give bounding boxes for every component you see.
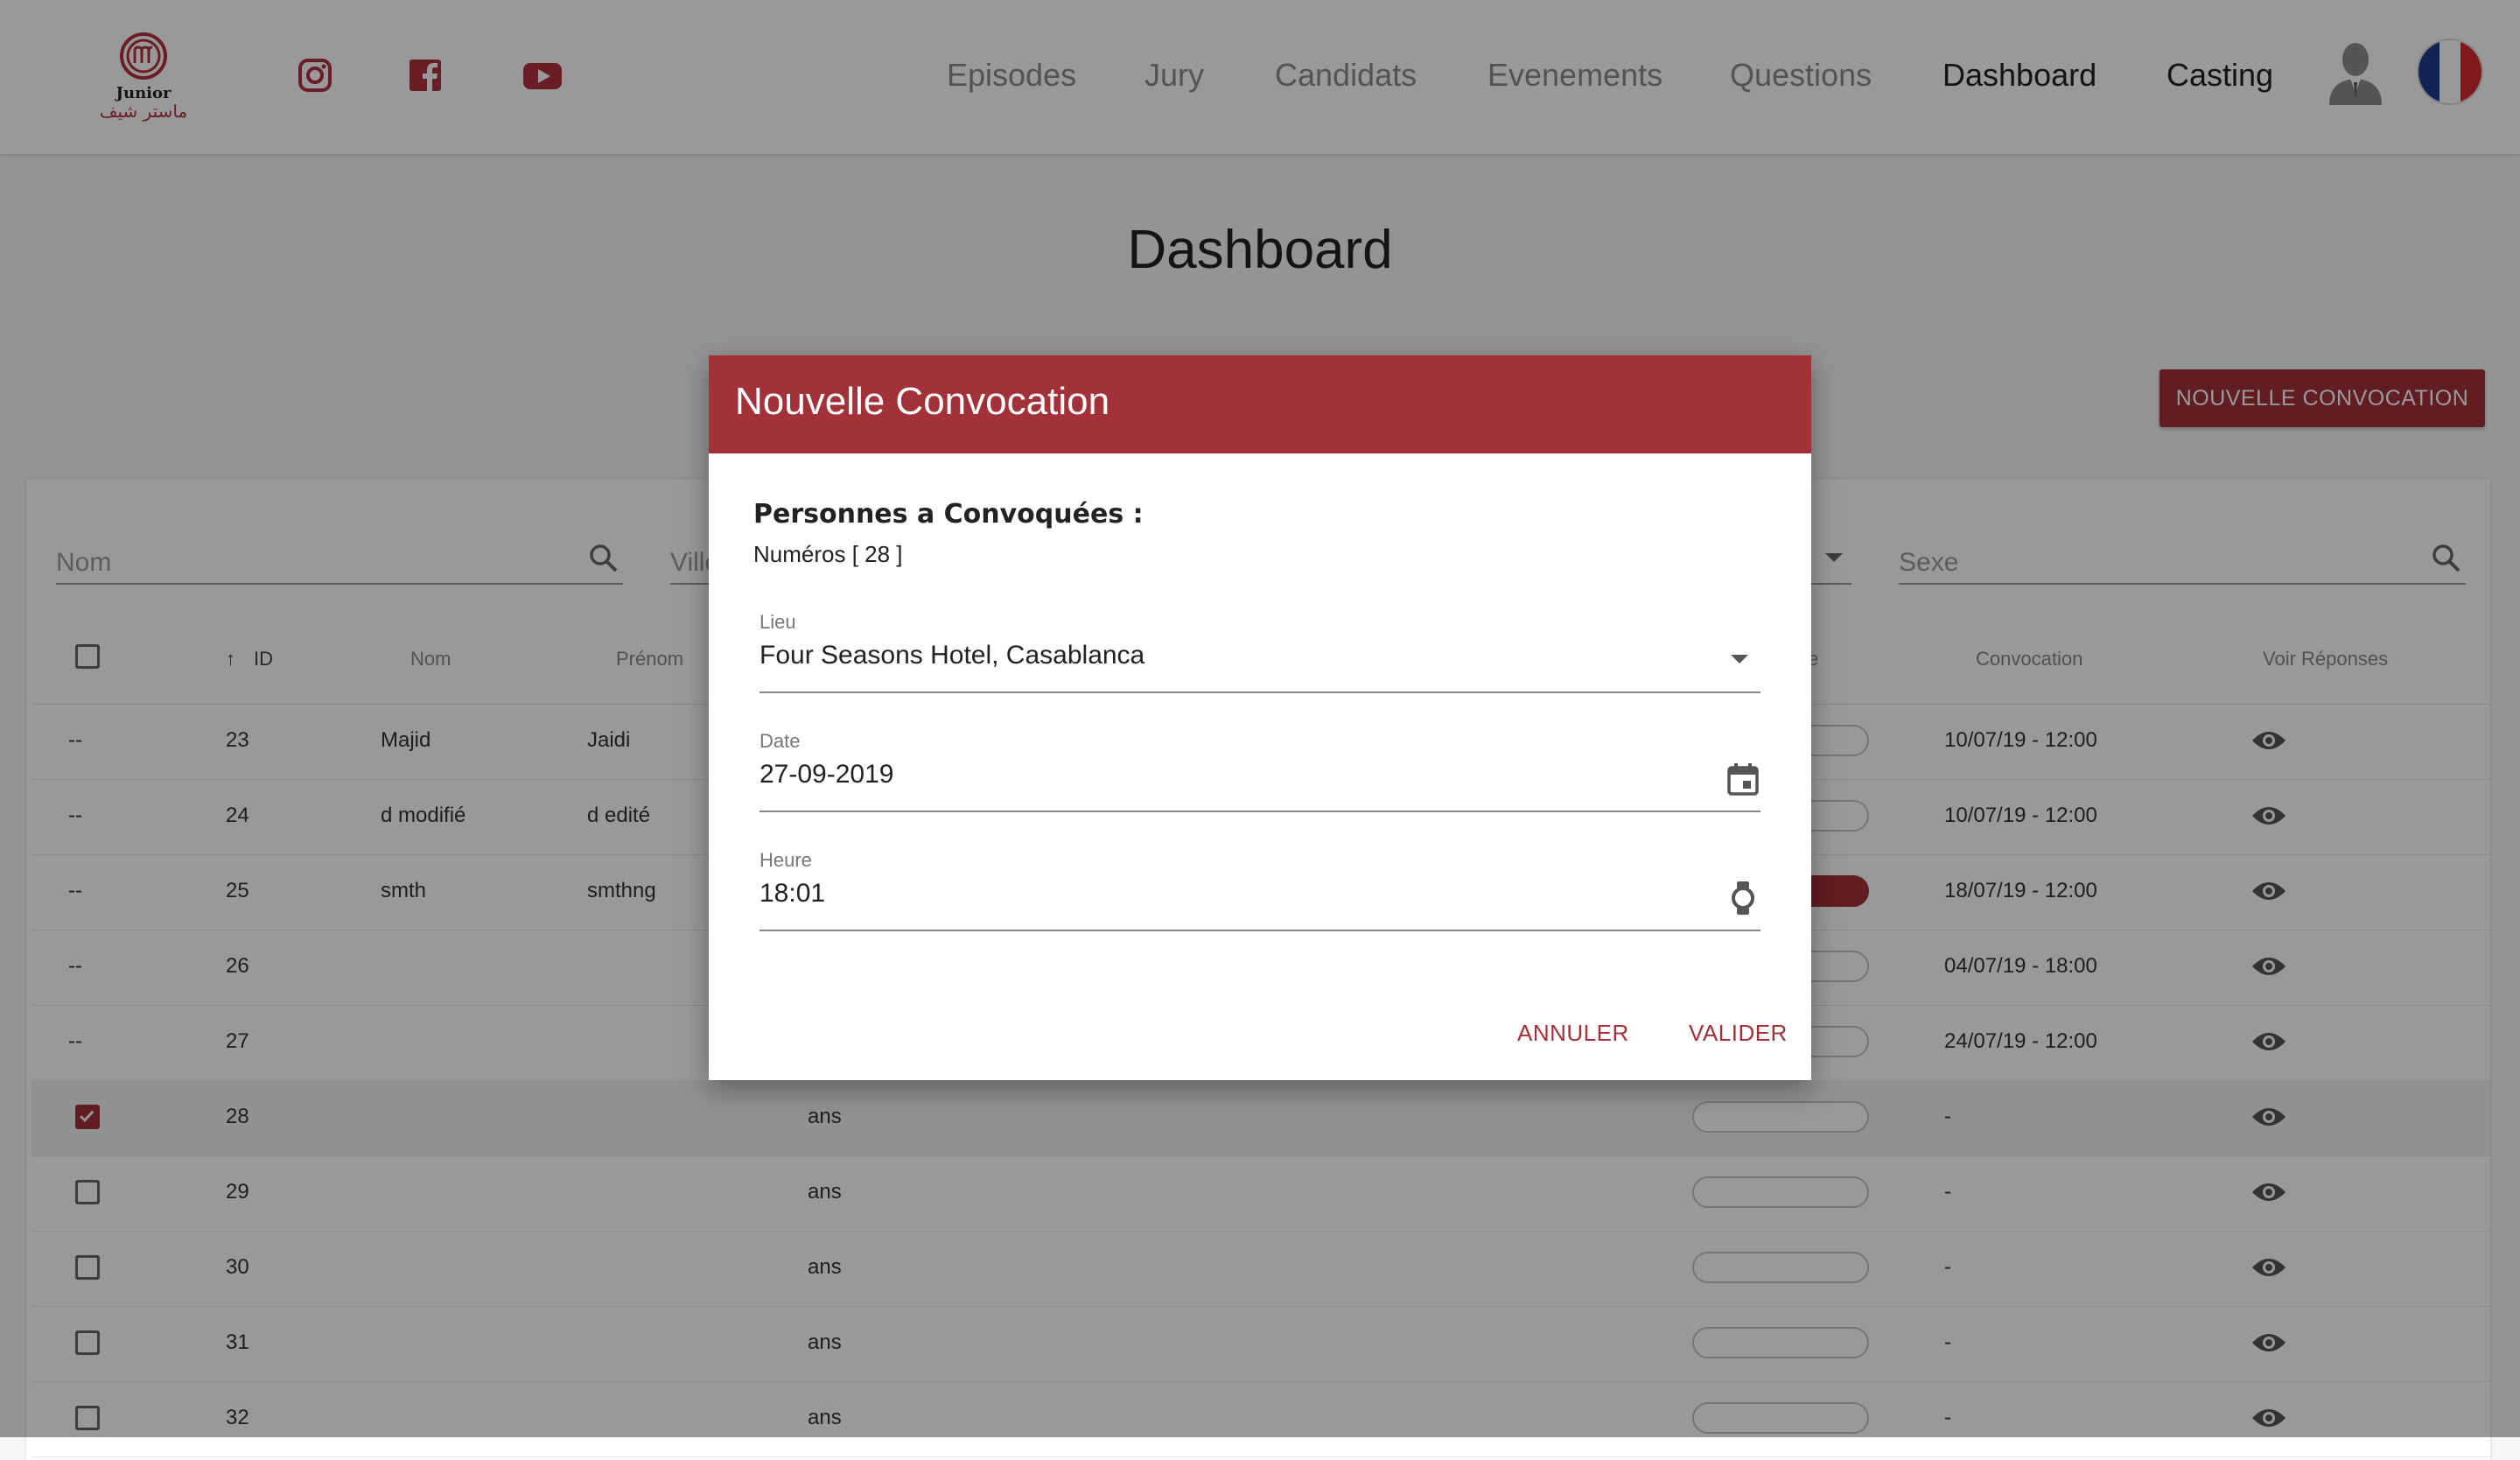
validate-button[interactable]: VALIDER xyxy=(1684,1019,1793,1048)
new-convocation-dialog: Nouvelle Convocation Personnes a Convoqu… xyxy=(709,355,1811,1080)
persons-label: Personnes a Convoquées : xyxy=(753,499,1144,530)
watch-icon[interactable] xyxy=(1726,881,1760,916)
lieu-value[interactable]: Four Seasons Hotel, Casablanca xyxy=(760,641,1144,670)
lieu-select[interactable]: Lieu Four Seasons Hotel, Casablanca xyxy=(760,611,1760,693)
dialog-title: Nouvelle Convocation xyxy=(735,380,1110,423)
chevron-down-icon[interactable] xyxy=(1729,653,1750,665)
lieu-label: Lieu xyxy=(760,611,796,633)
date-value[interactable]: 27-09-2019 xyxy=(760,760,893,790)
heure-field[interactable]: Heure 18:01 xyxy=(760,849,1760,931)
dialog-header: Nouvelle Convocation xyxy=(709,355,1811,453)
date-label: Date xyxy=(760,730,801,752)
calendar-icon[interactable] xyxy=(1726,762,1760,797)
heure-value[interactable]: 18:01 xyxy=(760,879,825,909)
heure-label: Heure xyxy=(760,849,812,871)
persons-numbers: Numéros [ 28 ] xyxy=(753,541,903,567)
cancel-button[interactable]: ANNULER xyxy=(1512,1019,1634,1048)
date-field[interactable]: Date 27-09-2019 xyxy=(760,730,1760,812)
